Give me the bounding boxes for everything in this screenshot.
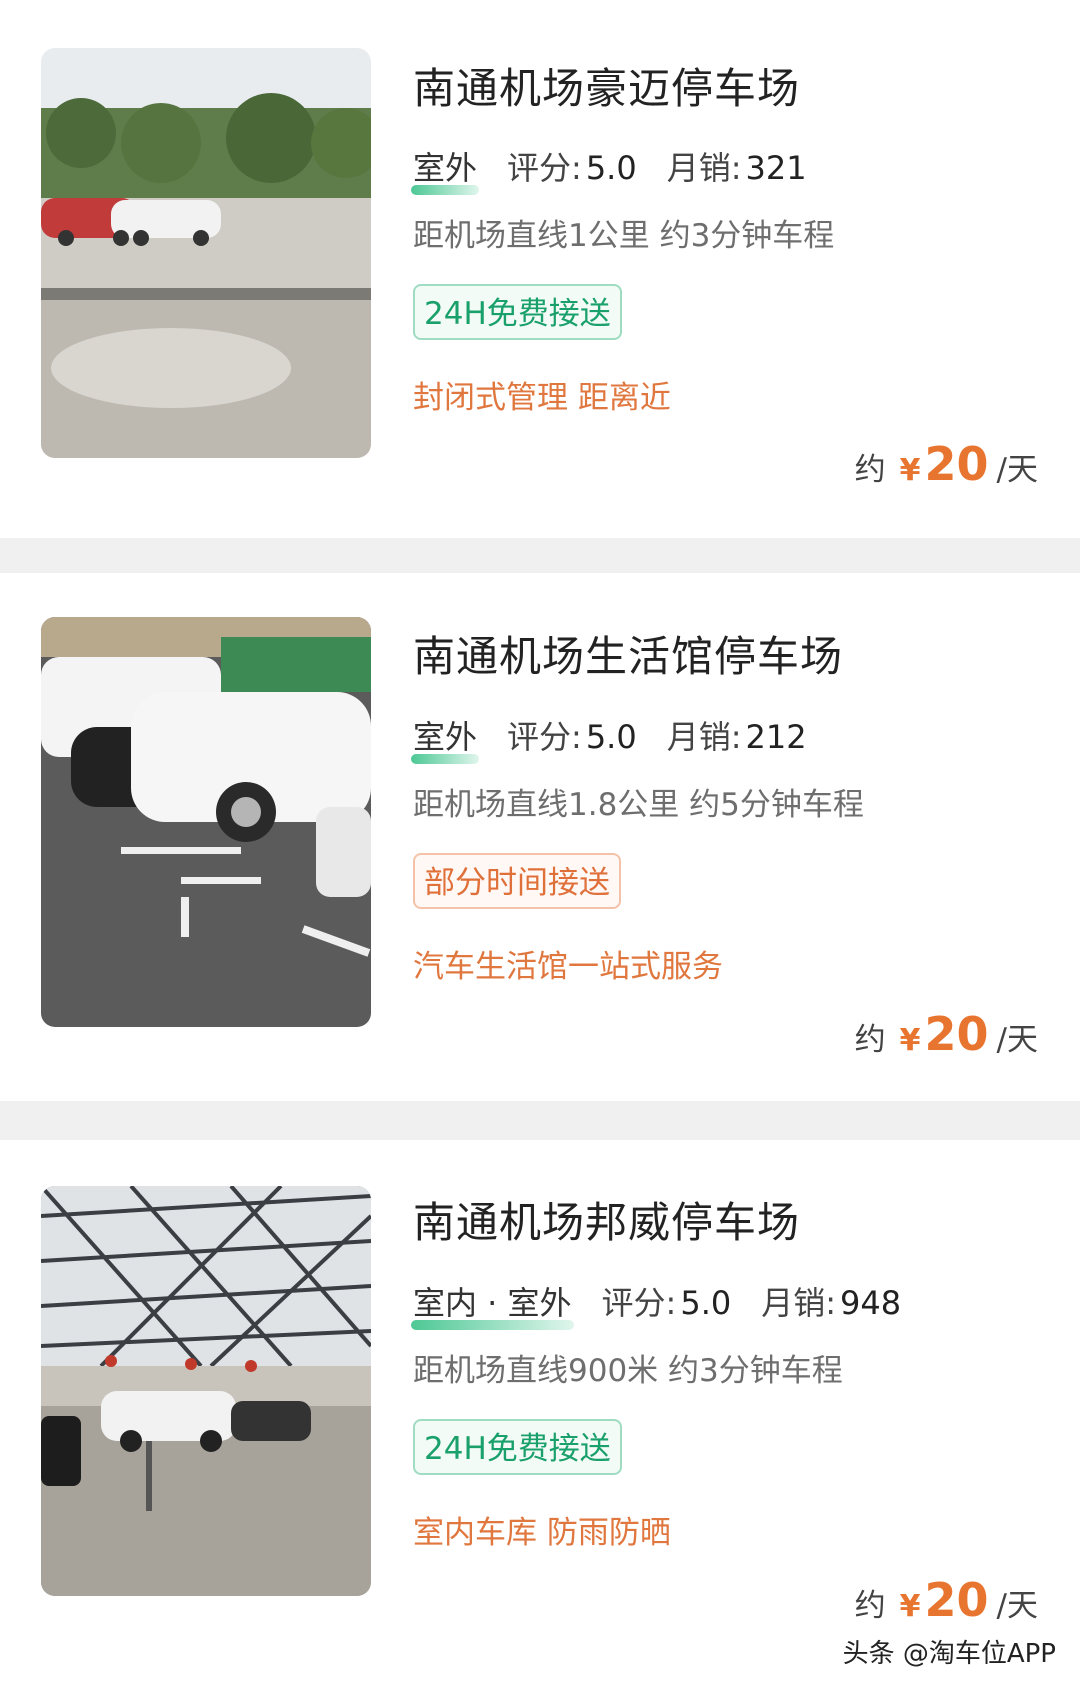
parking-lot-meta: 室外 评分: 5.0 月销: 212 [410, 712, 837, 764]
parking-lot-title: 南通机场邦威停车场 [413, 1198, 801, 1247]
parking-lot-card[interactable]: 南通机场邦威停车场 室内 · 室外 评分: 5.0 月销: 948 距机场直线9… [0, 1140, 1080, 1690]
location-type-tag: 室外 [410, 712, 480, 764]
rating-label: 评分: [507, 149, 582, 187]
location-type-tag: 室外 [410, 143, 480, 195]
feature-text: 封闭式管理 距离近 [413, 380, 671, 416]
parking-lot-photo [41, 1186, 371, 1596]
location-type-tag: 室内 · 室外 [411, 1278, 574, 1330]
sales-value: 948 [840, 1284, 902, 1322]
currency-symbol: ¥ [899, 453, 921, 488]
price-prefix: 约 [854, 1588, 886, 1624]
distance-text: 距机场直线900米 约3分钟车程 [413, 1353, 843, 1389]
price-amount: 20 [924, 437, 989, 491]
shuttle-badge: 24H免费接送 [413, 284, 622, 340]
price: 约 ¥ 20 /天 [855, 1573, 1038, 1627]
distance-text: 距机场直线1公里 约3分钟车程 [413, 218, 835, 254]
price: 约 ¥ 20 /天 [855, 1007, 1038, 1061]
watermark: 头条 @淘车位APP [842, 1639, 1056, 1669]
currency-symbol: ¥ [899, 1589, 921, 1624]
distance-text: 距机场直线1.8公里 约5分钟车程 [413, 787, 864, 823]
parking-lot-card[interactable]: 南通机场豪迈停车场 室外 评分: 5.0 月销: 321 距机场直线1公里 约3… [0, 0, 1080, 538]
price-prefix: 约 [854, 452, 886, 488]
sales-label: 月销: [666, 149, 742, 187]
price-amount: 20 [924, 1007, 989, 1061]
sales-label: 月销: [666, 718, 742, 756]
shuttle-badge: 部分时间接送 [413, 853, 621, 909]
feature-text: 汽车生活馆一站式服务 [413, 949, 723, 985]
sales-value: 212 [745, 718, 807, 756]
price-unit: /天 [996, 1022, 1038, 1058]
price-amount: 20 [924, 1573, 989, 1627]
price-unit: /天 [996, 452, 1038, 488]
parking-lot-title: 南通机场豪迈停车场 [413, 64, 801, 113]
feature-text: 室内车库 防雨防晒 [413, 1515, 671, 1551]
parking-lot-title: 南通机场生活馆停车场 [413, 632, 844, 681]
rating-value: 5.0 [585, 149, 637, 187]
rating-value: 5.0 [585, 718, 637, 756]
sales-value: 321 [745, 149, 807, 187]
parking-lot-meta: 室内 · 室外 评分: 5.0 月销: 948 [411, 1278, 931, 1330]
parking-lot-photo [41, 48, 371, 458]
shuttle-badge: 24H免费接送 [413, 1419, 622, 1475]
rating-label: 评分: [601, 1284, 677, 1322]
rating-label: 评分: [507, 718, 582, 756]
parking-lot-meta: 室外 评分: 5.0 月销: 321 [410, 143, 837, 195]
parking-lot-photo [41, 617, 371, 1027]
currency-symbol: ¥ [899, 1023, 921, 1058]
rating-value: 5.0 [680, 1284, 732, 1322]
price-unit: /天 [996, 1588, 1038, 1624]
parking-lot-card[interactable]: 南通机场生活馆停车场 室外 评分: 5.0 月销: 212 距机场直线1.8公里… [0, 573, 1080, 1101]
price-prefix: 约 [854, 1022, 886, 1058]
sales-label: 月销: [761, 1284, 837, 1322]
price: 约 ¥ 20 /天 [855, 437, 1038, 491]
